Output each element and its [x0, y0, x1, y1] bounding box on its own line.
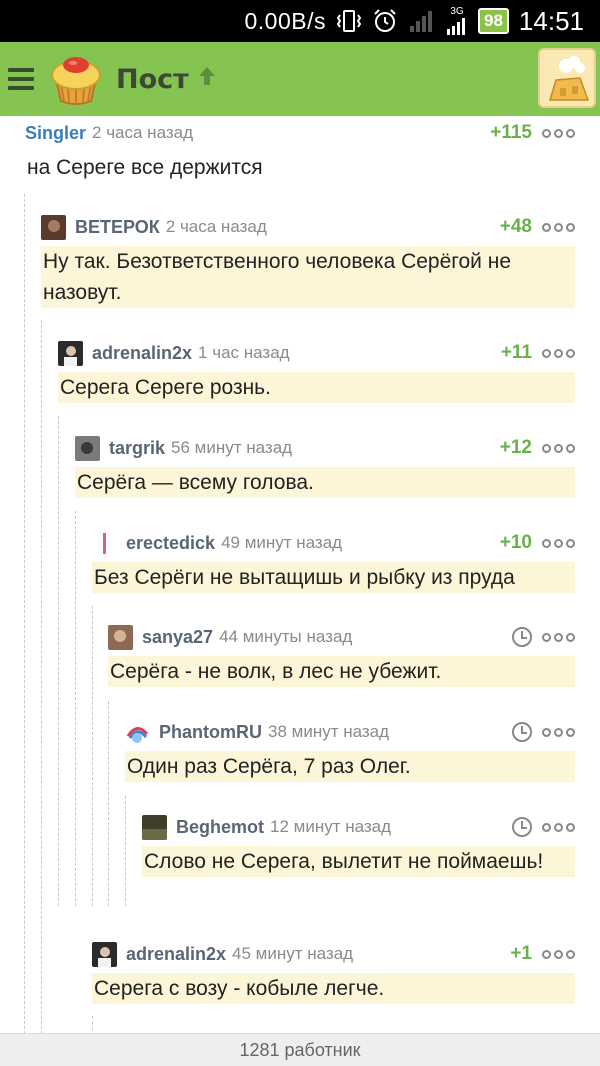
comment-author[interactable]: targrik [109, 438, 165, 459]
alarm-icon [372, 8, 398, 34]
clock-icon [512, 722, 532, 742]
thread-line [58, 416, 59, 906]
more-options-icon[interactable] [542, 538, 575, 548]
comment-rating: +1 [510, 943, 532, 964]
comment-text: на Сереге все держится [27, 156, 263, 179]
workers-count-label: 1281 работник [239, 1039, 361, 1060]
comment-author[interactable]: PhantomRU [159, 722, 262, 743]
comment: sanya27 44 минуты назад Серёга - не волк… [108, 622, 575, 687]
network-type-label: 3G [450, 6, 464, 17]
avatar[interactable] [142, 814, 167, 840]
comment-text: Серега Сереге рознь. [58, 372, 575, 403]
comment-time: 44 минуты назад [219, 627, 353, 646]
avatar[interactable] [41, 214, 66, 240]
network-3g-icon: 3G [446, 7, 468, 35]
battery-indicator: 98 [478, 8, 509, 34]
comment-text: Серега с возу - кобыле легче. [92, 973, 575, 1004]
comment: adrenalin2x 1 час назад +11 Серега Серег… [58, 338, 575, 403]
more-options-icon[interactable] [542, 222, 575, 232]
thread-line [75, 511, 76, 906]
more-options-icon[interactable] [542, 128, 575, 138]
comment: adrenalin2x 45 минут назад +1 Серега с в… [92, 939, 575, 1004]
comment-rating: +11 [500, 342, 532, 363]
comment: Beghemot 12 минут назад Слово не Серега,… [142, 812, 575, 877]
workers-count-bar[interactable]: 1281 работник [0, 1033, 600, 1066]
comment-author[interactable]: adrenalin2x [126, 944, 226, 965]
avatar[interactable] [125, 719, 150, 745]
comment-time: 12 минут назад [270, 817, 392, 836]
avatar[interactable] [92, 941, 117, 967]
comment-rating: +10 [499, 532, 532, 553]
thread-line [92, 606, 93, 906]
user-avatar-icon[interactable] [538, 48, 596, 108]
comment: Singler 2 часа назад +115 на Сереге все … [25, 118, 575, 183]
comment-author[interactable]: Beghemot [176, 817, 264, 838]
comment-text: Ну так. Безответственного человека Серёг… [41, 246, 575, 308]
comment: targrik 56 минут назад +12 Серёга — всем… [75, 433, 575, 498]
app-bar: Пост [0, 42, 600, 116]
avatar[interactable] [108, 624, 133, 650]
cupcake-logo-icon[interactable] [48, 51, 104, 107]
status-bar: 0.00B/s 3G 98 14:51 [0, 0, 600, 42]
comment: erectedick 49 минут назад +10 Без Серёги… [92, 528, 575, 593]
comments-list: Singler 2 часа назад +115 на Сереге все … [0, 116, 600, 1033]
status-clock: 14:51 [518, 5, 584, 36]
more-options-icon[interactable] [542, 443, 575, 453]
comment-text: Слово не Серега, вылетит не поймаешь! [142, 846, 575, 877]
clock-icon [512, 817, 532, 837]
comment-rating: +12 [499, 437, 532, 458]
more-options-icon[interactable] [542, 632, 575, 642]
comment-text: Серёга - не волк, в лес не убежит. [108, 656, 575, 687]
comment-time: 49 минут назад [221, 533, 343, 552]
comment-author[interactable]: erectedick [126, 533, 215, 554]
comment-time: 2 часа назад [92, 123, 194, 142]
comment-time: 56 минут назад [171, 438, 293, 457]
comment-author[interactable]: sanya27 [142, 627, 213, 648]
thread-line [24, 194, 25, 1033]
more-options-icon[interactable] [542, 348, 575, 358]
comment-time: 45 минут назад [232, 944, 354, 963]
clock-icon [512, 627, 532, 647]
comment-rating: +48 [499, 216, 532, 237]
comment-author[interactable]: Singler [25, 123, 86, 144]
arrow-up-icon[interactable] [195, 64, 219, 95]
comment: ВЕТЕРОК 2 часа назад +48 Ну так. Безотве… [41, 212, 575, 308]
vibrate-icon [336, 8, 362, 34]
comment-time: 1 час назад [198, 343, 290, 362]
comment-time: 2 часа назад [165, 217, 267, 236]
comment-rating: +115 [490, 122, 532, 143]
menu-icon[interactable] [0, 42, 44, 116]
more-options-icon[interactable] [542, 949, 575, 959]
thread-line [92, 1016, 93, 1033]
more-options-icon[interactable] [542, 822, 575, 832]
comment-author[interactable]: ВЕТЕРОК [75, 217, 160, 238]
thread-line [108, 701, 109, 906]
avatar[interactable] [92, 530, 117, 556]
signal-icon [408, 8, 436, 34]
more-options-icon[interactable] [542, 727, 575, 737]
thread-line [125, 796, 126, 906]
avatar[interactable] [75, 435, 100, 461]
comment-author[interactable]: adrenalin2x [92, 343, 192, 364]
comment: PhantomRU 38 минут назад Один раз Серёга… [125, 717, 575, 782]
avatar[interactable] [58, 340, 83, 366]
comment-text: Один раз Серёга, 7 раз Олег. [125, 751, 575, 782]
comment-text: Серёга — всему голова. [75, 467, 575, 498]
comment-time: 38 минут назад [268, 722, 390, 741]
thread-line [41, 320, 42, 1033]
page-title: Пост [116, 63, 189, 95]
network-speed: 0.00B/s [244, 7, 326, 34]
comment-text: Без Серёги не вытащишь и рыбку из пруда [92, 562, 575, 593]
